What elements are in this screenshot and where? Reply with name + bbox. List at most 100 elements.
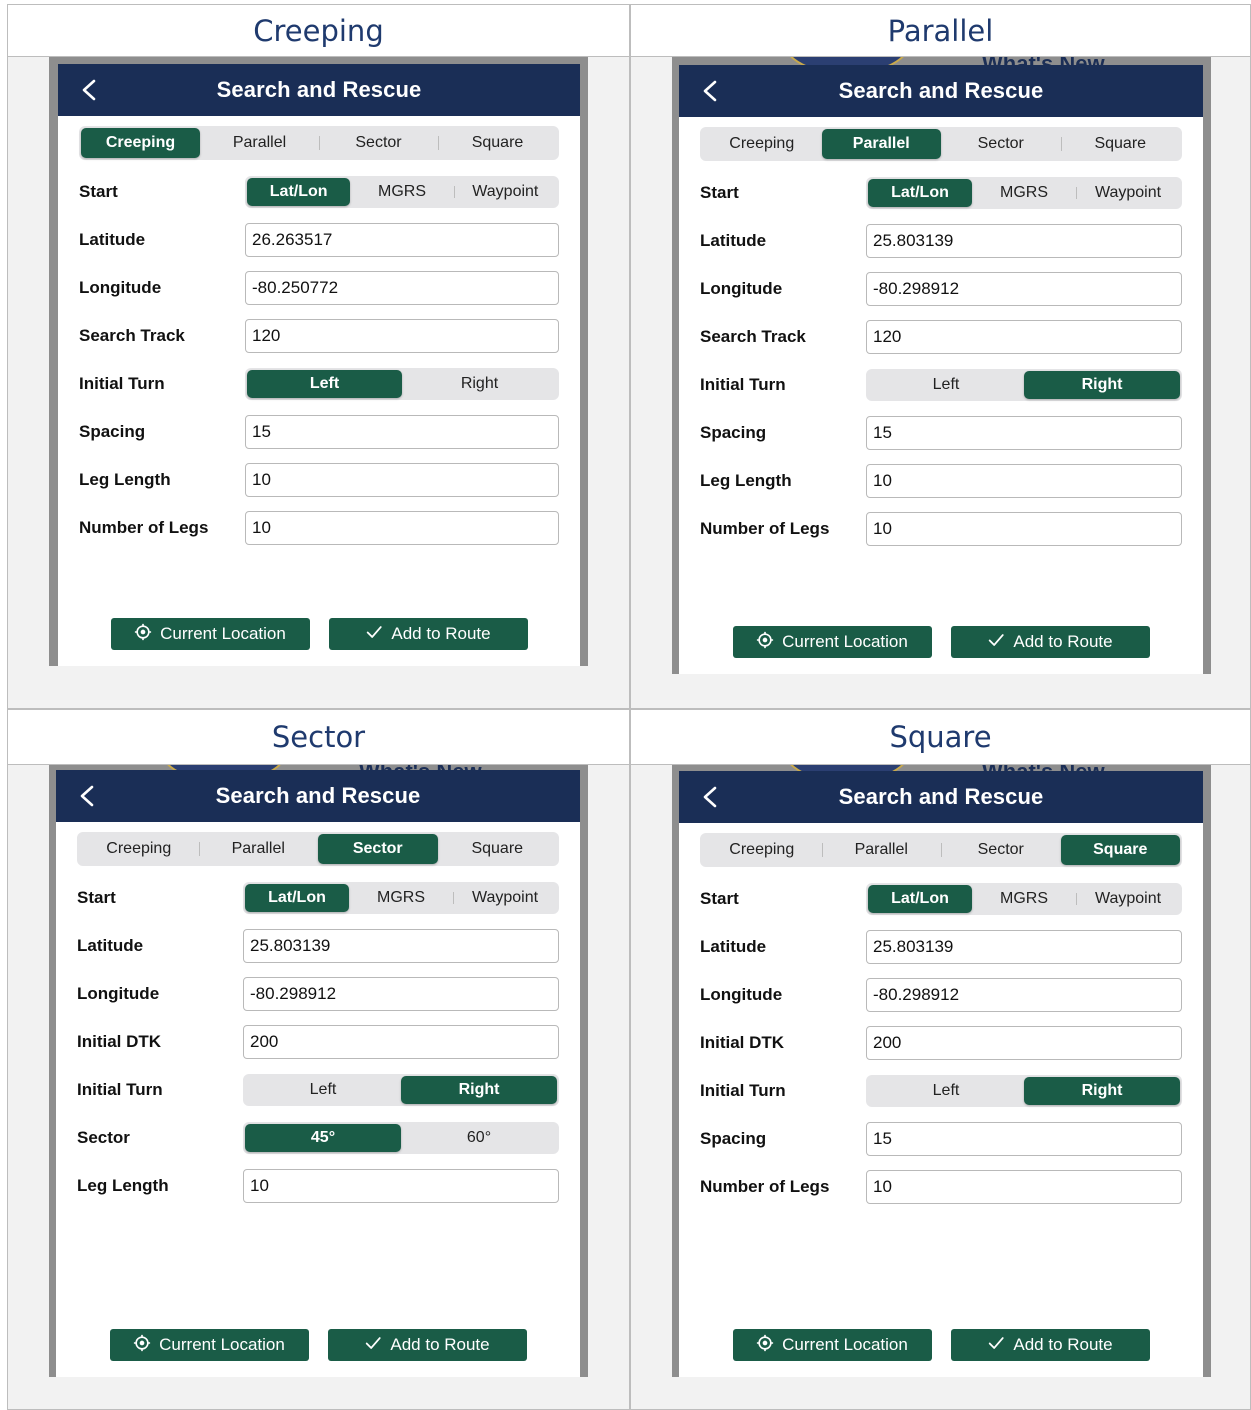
start-option-mgrs[interactable]: MGRS xyxy=(972,179,1076,207)
start-option-waypoint[interactable]: Waypoint xyxy=(1076,885,1180,913)
spacing-control: 15 xyxy=(245,415,559,449)
search-track-field[interactable]: 120 xyxy=(245,319,559,353)
row-longitude: Longitude -80.298912 xyxy=(77,970,559,1018)
initial-turn-option-right[interactable]: Right xyxy=(402,370,557,398)
leg-length-field[interactable]: 10 xyxy=(243,1169,559,1203)
tab-parallel[interactable]: Parallel xyxy=(198,834,319,864)
initial-turn-option-left[interactable]: Left xyxy=(247,370,402,398)
tab-sector[interactable]: Sector xyxy=(941,129,1061,159)
tab-sector[interactable]: Sector xyxy=(319,128,438,158)
start-segmented-control: Lat/Lon MGRS Waypoint xyxy=(866,177,1182,209)
number-of-legs-label: Number of Legs xyxy=(700,519,830,538)
location-target-icon xyxy=(756,631,774,654)
longitude-field[interactable]: -80.298912 xyxy=(866,978,1182,1012)
add-to-route-button[interactable]: Add to Route xyxy=(328,618,528,650)
number-of-legs-field[interactable]: 10 xyxy=(245,511,559,545)
panel-heading-text: Square xyxy=(889,720,992,754)
initial-turn-label: Initial Turn xyxy=(77,1080,163,1099)
initial-turn-option-right[interactable]: Right xyxy=(1024,371,1180,399)
add-to-route-button[interactable]: Add to Route xyxy=(327,1329,527,1361)
initial-turn-option-right[interactable]: Right xyxy=(1024,1077,1180,1105)
leg-length-field[interactable]: 10 xyxy=(245,463,559,497)
row-number-of-legs: Number of Legs 10 xyxy=(79,504,559,552)
sector-option-45[interactable]: 45° xyxy=(245,1124,401,1152)
pattern-tabs: Creeping Parallel Sector Square xyxy=(700,833,1182,867)
leg-length-field[interactable]: 10 xyxy=(866,464,1182,498)
tab-square[interactable]: Square xyxy=(1060,835,1180,865)
spacing-field[interactable]: 15 xyxy=(866,416,1182,450)
spacing-field[interactable]: 15 xyxy=(245,415,559,449)
start-option-lat-lon[interactable]: Lat/Lon xyxy=(868,179,972,207)
initial-turn-control: Left Right xyxy=(243,1074,559,1106)
start-option-lat-lon[interactable]: Lat/Lon xyxy=(247,178,351,206)
number-of-legs-field[interactable]: 10 xyxy=(866,1170,1182,1204)
longitude-field[interactable]: -80.298912 xyxy=(866,272,1182,306)
pattern-tabs: Creeping Parallel Sector Square xyxy=(79,126,559,160)
start-option-waypoint[interactable]: Waypoint xyxy=(1076,179,1180,207)
spacing-field[interactable]: 15 xyxy=(866,1122,1182,1156)
row-number-of-legs: Number of Legs 10 xyxy=(700,1163,1182,1211)
start-option-waypoint[interactable]: Waypoint xyxy=(453,884,557,912)
tab-parallel[interactable]: Parallel xyxy=(821,129,941,159)
tab-square[interactable]: Square xyxy=(438,834,558,864)
longitude-field[interactable]: -80.298912 xyxy=(243,977,559,1011)
current-location-button[interactable]: Current Location xyxy=(732,626,932,658)
tab-parallel[interactable]: Parallel xyxy=(821,835,942,865)
current-location-button[interactable]: Current Location xyxy=(732,1329,932,1361)
initial-turn-option-left[interactable]: Left xyxy=(868,1077,1024,1105)
start-option-lat-lon[interactable]: Lat/Lon xyxy=(868,885,972,913)
tab-sector[interactable]: Sector xyxy=(318,834,438,864)
chevron-left-icon[interactable] xyxy=(693,779,729,815)
start-option-mgrs[interactable]: MGRS xyxy=(349,884,453,912)
search-track-field[interactable]: 120 xyxy=(866,320,1182,354)
add-to-route-button[interactable]: Add to Route xyxy=(950,1329,1150,1361)
latitude-field[interactable]: 26.263517 xyxy=(245,223,559,257)
app-screen: What's NewSearch and RescueCreepingParal… xyxy=(49,765,588,1377)
current-location-button[interactable]: Current Location xyxy=(110,618,310,650)
start-option-mgrs[interactable]: MGRS xyxy=(350,178,453,206)
row-initial-dtk: Initial DTK 200 xyxy=(77,1018,559,1066)
add-to-route-label: Add to Route xyxy=(1013,632,1113,651)
add-to-route-button[interactable]: Add to Route xyxy=(950,626,1150,658)
current-location-label: Current Location xyxy=(782,1335,908,1354)
latitude-control: 25.803139 xyxy=(243,929,559,963)
start-option-mgrs[interactable]: MGRS xyxy=(972,885,1076,913)
latitude-field[interactable]: 25.803139 xyxy=(866,930,1182,964)
tab-sector[interactable]: Sector xyxy=(941,835,1061,865)
tab-square[interactable]: Square xyxy=(438,128,557,158)
tab-creeping[interactable]: Creeping xyxy=(79,834,199,864)
chevron-left-icon[interactable] xyxy=(72,72,108,108)
initial-turn-control: Left Right xyxy=(245,368,559,400)
number-of-legs-label: Number of Legs xyxy=(700,1177,830,1196)
initial-turn-option-left[interactable]: Left xyxy=(868,371,1024,399)
sector-option-60[interactable]: 60° xyxy=(401,1124,557,1152)
start-option-lat-lon[interactable]: Lat/Lon xyxy=(245,884,349,912)
checkmark-icon xyxy=(987,1334,1005,1357)
start-control: Lat/Lon MGRS Waypoint xyxy=(866,177,1182,209)
initial-turn-option-right[interactable]: Right xyxy=(401,1076,557,1104)
row-initial-turn: Initial Turn Left Right xyxy=(700,1067,1182,1115)
tab-creeping[interactable]: Creeping xyxy=(702,835,822,865)
form: Start Lat/Lon MGRS Waypoint Latitude 25.80313… xyxy=(679,875,1203,1211)
tab-creeping[interactable]: Creeping xyxy=(702,129,822,159)
spacing-label: Spacing xyxy=(700,423,767,442)
chevron-left-icon[interactable] xyxy=(70,778,106,814)
initial-dtk-field[interactable]: 200 xyxy=(866,1026,1182,1060)
latitude-label: Latitude xyxy=(77,936,144,955)
initial-turn-option-left[interactable]: Left xyxy=(245,1076,401,1104)
search-track-control: 120 xyxy=(866,320,1182,354)
number-of-legs-field[interactable]: 10 xyxy=(866,512,1182,546)
tab-creeping[interactable]: Creeping xyxy=(81,128,200,158)
start-option-waypoint[interactable]: Waypoint xyxy=(453,178,557,206)
latitude-field[interactable]: 25.803139 xyxy=(866,224,1182,258)
leg-length-control: 10 xyxy=(866,464,1182,498)
tab-square[interactable]: Square xyxy=(1060,129,1181,159)
latitude-field[interactable]: 25.803139 xyxy=(243,929,559,963)
tab-parallel[interactable]: Parallel xyxy=(200,128,319,158)
chevron-left-icon[interactable] xyxy=(693,73,729,109)
number-of-legs-control: 10 xyxy=(866,1170,1182,1204)
spacing-control: 15 xyxy=(866,1122,1182,1156)
current-location-button[interactable]: Current Location xyxy=(109,1329,309,1361)
longitude-field[interactable]: -80.250772 xyxy=(245,271,559,305)
initial-dtk-field[interactable]: 200 xyxy=(243,1025,559,1059)
